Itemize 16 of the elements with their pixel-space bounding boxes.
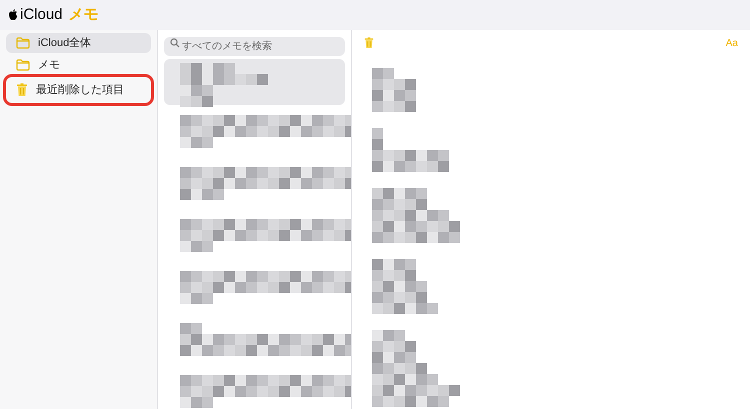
search-icon xyxy=(170,38,180,48)
folder-icon xyxy=(16,37,30,49)
trash-icon xyxy=(364,37,374,49)
blurred-text-drawing xyxy=(372,68,416,112)
blurred-text-drawing xyxy=(372,259,438,314)
app-title: メモ xyxy=(68,4,99,25)
trash-icon xyxy=(16,83,28,97)
logo-text: iCloud xyxy=(20,4,63,25)
search-field[interactable]: すべてのメモを検索 xyxy=(164,37,345,56)
sidebar-item[interactable]: iCloud全体 xyxy=(6,33,151,53)
note-list-item[interactable] xyxy=(164,59,345,105)
apple-logo-icon xyxy=(8,9,18,21)
delete-button[interactable] xyxy=(364,37,374,49)
folder-icon xyxy=(16,59,30,71)
sidebar-item[interactable]: 最近削除した項目 xyxy=(6,77,151,103)
sidebar-item[interactable]: メモ xyxy=(6,55,151,75)
